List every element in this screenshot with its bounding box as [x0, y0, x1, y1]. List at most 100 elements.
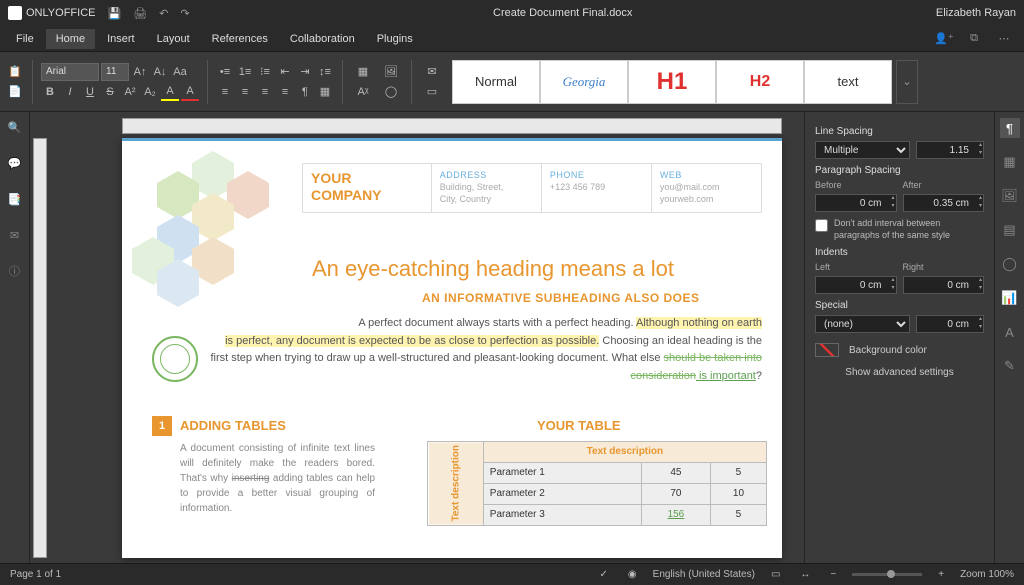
- menu-file[interactable]: File: [6, 29, 44, 49]
- horizontal-ruler[interactable]: [122, 118, 782, 134]
- justify-icon[interactable]: ≡: [276, 83, 294, 101]
- table-tab-icon[interactable]: ▦: [1000, 152, 1020, 172]
- bullets-icon[interactable]: •≡: [216, 63, 234, 81]
- navigation-icon[interactable]: 📑: [6, 190, 24, 208]
- header-tab-icon[interactable]: ▤: [1000, 220, 1020, 240]
- strike-icon[interactable]: S: [101, 83, 119, 101]
- section-text: A document consisting of infinite text l…: [180, 441, 375, 516]
- open-location-icon[interactable]: ⧉: [964, 29, 984, 49]
- advanced-settings-link[interactable]: Show advanced settings: [815, 367, 984, 378]
- shape-tab-icon[interactable]: ◯: [1000, 254, 1020, 274]
- more-icon[interactable]: ⋯: [994, 29, 1014, 49]
- zoom-slider[interactable]: [852, 573, 922, 576]
- indent-right-input[interactable]: [903, 276, 985, 294]
- subscript-icon[interactable]: A₂: [141, 83, 159, 101]
- copy-icon[interactable]: 📋: [6, 63, 24, 81]
- document-page[interactable]: YOURCOMPANY ADDRESS Building, Street, Ci…: [122, 138, 782, 558]
- font-size-select[interactable]: [101, 63, 129, 81]
- search-icon[interactable]: 🔍: [6, 118, 24, 136]
- clear-style-icon[interactable]: Aᵡ: [351, 83, 375, 101]
- document-table[interactable]: Text descriptionText description Paramet…: [427, 441, 767, 526]
- font-select[interactable]: [41, 63, 99, 81]
- vertical-ruler[interactable]: [30, 112, 50, 563]
- print-icon[interactable]: 🖨: [133, 7, 147, 20]
- chart-tab-icon[interactable]: 📊: [1000, 288, 1020, 308]
- decrease-indent-icon[interactable]: ⇤: [276, 63, 294, 81]
- italic-icon[interactable]: I: [61, 83, 79, 101]
- zoom-in-icon[interactable]: +: [934, 569, 948, 580]
- nonprinting-icon[interactable]: ¶: [296, 83, 314, 101]
- insert-shape-icon[interactable]: ◯: [379, 83, 403, 101]
- about-icon[interactable]: ⓘ: [6, 262, 24, 280]
- style-expand-icon[interactable]: ⌄: [896, 60, 918, 104]
- superscript-icon[interactable]: A²: [121, 83, 139, 101]
- highlight-icon[interactable]: A: [161, 83, 179, 101]
- multilevel-icon[interactable]: ⁝≡: [256, 63, 274, 81]
- align-center-icon[interactable]: ≡: [236, 83, 254, 101]
- menu-references[interactable]: References: [202, 29, 278, 49]
- line-spacing-icon[interactable]: ↕≡: [316, 63, 334, 81]
- language-indicator[interactable]: English (United States): [653, 569, 755, 580]
- right-sidebar: ¶ ▦ 🖼 ▤ ◯ 📊 A ✎: [994, 112, 1024, 563]
- increase-font-icon[interactable]: A↑: [131, 63, 149, 81]
- no-interval-checkbox[interactable]: [815, 219, 828, 232]
- bg-color-swatch[interactable]: [815, 343, 839, 357]
- main-area: 🔍 💬 📑 ✉ ⓘ YO: [0, 112, 1024, 563]
- bold-icon[interactable]: B: [41, 83, 59, 101]
- menu-insert[interactable]: Insert: [97, 29, 145, 49]
- increase-indent-icon[interactable]: ⇥: [296, 63, 314, 81]
- special-mode[interactable]: (none): [815, 315, 910, 333]
- add-user-icon[interactable]: 👤⁺: [934, 29, 954, 49]
- mailmerge-icon[interactable]: ✉: [420, 63, 444, 81]
- phone-label: PHONE: [550, 170, 643, 180]
- style-text[interactable]: text: [804, 60, 892, 104]
- comments-icon[interactable]: 💬: [6, 154, 24, 172]
- align-left-icon[interactable]: ≡: [216, 83, 234, 101]
- indent-left-input[interactable]: [815, 276, 897, 294]
- textart-tab-icon[interactable]: A: [1000, 322, 1020, 342]
- change-case-icon[interactable]: Aa: [171, 63, 189, 81]
- paste-icon[interactable]: 📄: [6, 83, 24, 101]
- numbering-icon[interactable]: 1≡: [236, 63, 254, 81]
- company-name: YOURCOMPANY: [303, 164, 432, 212]
- page-color-icon[interactable]: ▭: [420, 83, 444, 101]
- insert-image-icon[interactable]: 🖼: [379, 63, 403, 81]
- insert-table-icon[interactable]: ▦: [351, 63, 375, 81]
- tracking-icon[interactable]: ◉: [624, 569, 641, 580]
- style-h1[interactable]: H1: [628, 60, 716, 104]
- style-normal[interactable]: Normal: [452, 60, 540, 104]
- redo-icon[interactable]: ↷: [180, 7, 189, 20]
- page-indicator[interactable]: Page 1 of 1: [10, 569, 61, 580]
- decrease-font-icon[interactable]: A↓: [151, 63, 169, 81]
- underline-icon[interactable]: U: [81, 83, 99, 101]
- align-right-icon[interactable]: ≡: [256, 83, 274, 101]
- fit-page-icon[interactable]: ▭: [767, 569, 784, 580]
- bg-color-label: Background color: [849, 345, 927, 356]
- menu-plugins[interactable]: Plugins: [367, 29, 423, 49]
- menu-home[interactable]: Home: [46, 29, 95, 49]
- undo-icon[interactable]: ↶: [159, 7, 168, 20]
- line-spacing-value[interactable]: [916, 141, 984, 159]
- style-h2[interactable]: H2: [716, 60, 804, 104]
- fit-width-icon[interactable]: ↔: [796, 569, 814, 580]
- special-value[interactable]: [916, 315, 984, 333]
- spellcheck-icon[interactable]: ✓: [596, 569, 612, 580]
- doc-heading-2: AN INFORMATIVE SUBHEADING ALSO DOES: [422, 291, 762, 305]
- spacing-before-input[interactable]: [815, 194, 897, 212]
- shading-icon[interactable]: ▦: [316, 83, 334, 101]
- menu-layout[interactable]: Layout: [147, 29, 200, 49]
- decorative-hexagons: [132, 151, 312, 311]
- spacing-after-input[interactable]: [903, 194, 985, 212]
- menu-collaboration[interactable]: Collaboration: [280, 29, 365, 49]
- style-georgia[interactable]: Georgia: [540, 60, 628, 104]
- zoom-indicator[interactable]: Zoom 100%: [960, 569, 1014, 580]
- line-spacing-mode[interactable]: Multiple: [815, 141, 910, 159]
- paragraph-tab-icon[interactable]: ¶: [1000, 118, 1020, 138]
- signature-tab-icon[interactable]: ✎: [1000, 356, 1020, 376]
- home-toolbar: 📋 📄 A↑ A↓ Aa B I U S A² A₂ A A •≡ 1≡ ⁝≡ …: [0, 52, 1024, 112]
- image-tab-icon[interactable]: 🖼: [1000, 186, 1020, 206]
- zoom-out-icon[interactable]: −: [826, 569, 840, 580]
- feedback-icon[interactable]: ✉: [6, 226, 24, 244]
- font-color-icon[interactable]: A: [181, 83, 199, 101]
- save-icon[interactable]: 💾: [107, 7, 121, 20]
